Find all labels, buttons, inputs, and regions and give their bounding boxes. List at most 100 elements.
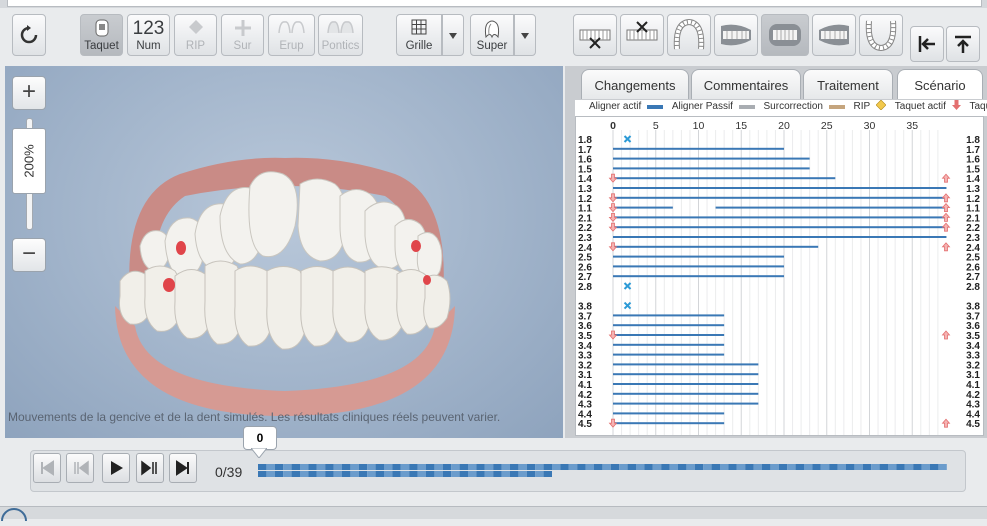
lower-stage-segment[interactable]	[409, 471, 417, 477]
current-stage-marker[interactable]: 0	[243, 426, 277, 450]
upper-stage-segment[interactable]	[913, 464, 921, 470]
lower-stage-segment[interactable]	[451, 471, 459, 477]
lower-stage-segment[interactable]	[418, 471, 426, 477]
upper-stage-segment[interactable]	[754, 464, 762, 470]
grille-button[interactable]: Grille	[396, 14, 442, 56]
upper-stage-segment[interactable]	[367, 464, 375, 470]
upper-stage-segment[interactable]	[720, 464, 728, 470]
upper-stage-segment[interactable]	[846, 464, 854, 470]
upper-stage-segment[interactable]	[661, 464, 669, 470]
upper-stage-segment[interactable]	[292, 464, 300, 470]
lower-stage-segment[interactable]	[434, 471, 442, 477]
upper-stage-segment[interactable]	[653, 464, 661, 470]
tab-traitement[interactable]: Traitement	[803, 69, 893, 99]
upper-stage-segment[interactable]	[510, 464, 518, 470]
staging-chart[interactable]: 051015202530351.81.81.71.71.61.61.51.51.…	[575, 116, 984, 436]
view-lower-occlusal-x-button[interactable]	[573, 14, 617, 56]
lower-stage-segment[interactable]	[376, 471, 384, 477]
upper-stage-segment[interactable]	[762, 464, 770, 470]
upper-stage-segment[interactable]	[392, 464, 400, 470]
zoom-in-button[interactable]: +	[12, 76, 46, 110]
upper-stage-segment[interactable]	[485, 464, 493, 470]
upper-stage-segment[interactable]	[443, 464, 451, 470]
upper-stage-segment[interactable]	[384, 464, 392, 470]
lower-stage-segment[interactable]	[460, 471, 468, 477]
upper-stage-segment[interactable]	[283, 464, 291, 470]
lower-stage-segment[interactable]	[283, 471, 291, 477]
next-stage-button[interactable]	[136, 453, 164, 483]
num-button[interactable]: 123 Num	[127, 14, 170, 56]
lower-stage-segment[interactable]	[392, 471, 400, 477]
upper-stage-segment[interactable]	[888, 464, 896, 470]
upper-stage-segment[interactable]	[350, 464, 358, 470]
upper-stage-segment[interactable]	[308, 464, 316, 470]
view-right-buccal-button[interactable]	[714, 14, 758, 56]
lower-stage-segment[interactable]	[510, 471, 518, 477]
upper-stage-segment[interactable]	[594, 464, 602, 470]
pontics-button[interactable]: Pontics	[318, 14, 363, 56]
upper-stage-segment[interactable]	[880, 464, 888, 470]
lower-stage-segment[interactable]	[266, 471, 274, 477]
upper-stage-segment[interactable]	[476, 464, 484, 470]
upper-stage-segment[interactable]	[796, 464, 804, 470]
upper-stage-segment[interactable]	[502, 464, 510, 470]
upper-stage-segment[interactable]	[401, 464, 409, 470]
upper-stage-segment[interactable]	[922, 464, 930, 470]
lower-stage-segment[interactable]	[334, 471, 342, 477]
lower-stage-segment[interactable]	[485, 471, 493, 477]
upper-stage-segment[interactable]	[258, 464, 266, 470]
rip-button[interactable]: RIP	[174, 14, 217, 56]
upper-stage-segment[interactable]	[712, 464, 720, 470]
upper-stage-segment[interactable]	[812, 464, 820, 470]
lower-stage-segment[interactable]	[535, 471, 543, 477]
lower-stage-segment[interactable]	[401, 471, 409, 477]
grille-dropdown[interactable]	[442, 14, 464, 56]
upper-stage-segment[interactable]	[569, 464, 577, 470]
upper-stage-segment[interactable]	[644, 464, 652, 470]
tab-changements[interactable]: Changements	[581, 69, 689, 99]
previous-stage-button[interactable]	[66, 453, 94, 483]
upper-stage-segment[interactable]	[787, 464, 795, 470]
lower-stage-segment[interactable]	[325, 471, 333, 477]
upper-stage-segment[interactable]	[376, 464, 384, 470]
super-button[interactable]: Super	[470, 14, 514, 56]
lower-stage-segment[interactable]	[292, 471, 300, 477]
dock-left-button[interactable]	[910, 26, 944, 62]
view-upper-occlusal-x-button[interactable]	[620, 14, 664, 56]
lower-stage-segment[interactable]	[342, 471, 350, 477]
upper-stage-segment[interactable]	[602, 464, 610, 470]
lower-stage-segment[interactable]	[493, 471, 501, 477]
upper-stage-segment[interactable]	[577, 464, 585, 470]
upper-stage-segment[interactable]	[460, 464, 468, 470]
upper-stage-segment[interactable]	[586, 464, 594, 470]
upper-stage-segment[interactable]	[611, 464, 619, 470]
lower-stage-segment[interactable]	[544, 471, 552, 477]
upper-stage-segment[interactable]	[686, 464, 694, 470]
upper-stage-segment[interactable]	[409, 464, 417, 470]
upper-stage-segment[interactable]	[334, 464, 342, 470]
upper-stage-segment[interactable]	[619, 464, 627, 470]
upper-stage-segment[interactable]	[359, 464, 367, 470]
upper-stage-segment[interactable]	[552, 464, 560, 470]
sur-button[interactable]: Sur	[221, 14, 264, 56]
stage-timeline[interactable]	[258, 464, 948, 482]
upper-stage-segment[interactable]	[418, 464, 426, 470]
upper-stage-segment[interactable]	[863, 464, 871, 470]
upper-stage-segment[interactable]	[544, 464, 552, 470]
lower-stage-segment[interactable]	[317, 471, 325, 477]
upper-stage-segment[interactable]	[636, 464, 644, 470]
upper-stage-segment[interactable]	[275, 464, 283, 470]
zoom-out-button[interactable]: −	[12, 238, 46, 272]
tab-scenario[interactable]: Scénario	[897, 69, 983, 99]
lower-stage-segment[interactable]	[367, 471, 375, 477]
lower-stage-segment[interactable]	[468, 471, 476, 477]
upper-stage-segment[interactable]	[518, 464, 526, 470]
upper-stage-segment[interactable]	[317, 464, 325, 470]
upper-stage-segment[interactable]	[779, 464, 787, 470]
play-button[interactable]	[102, 453, 130, 483]
upper-stage-segment[interactable]	[527, 464, 535, 470]
lower-stage-segment[interactable]	[518, 471, 526, 477]
first-stage-button[interactable]	[33, 453, 61, 483]
lower-stage-segment[interactable]	[300, 471, 308, 477]
upper-stage-segment[interactable]	[871, 464, 879, 470]
